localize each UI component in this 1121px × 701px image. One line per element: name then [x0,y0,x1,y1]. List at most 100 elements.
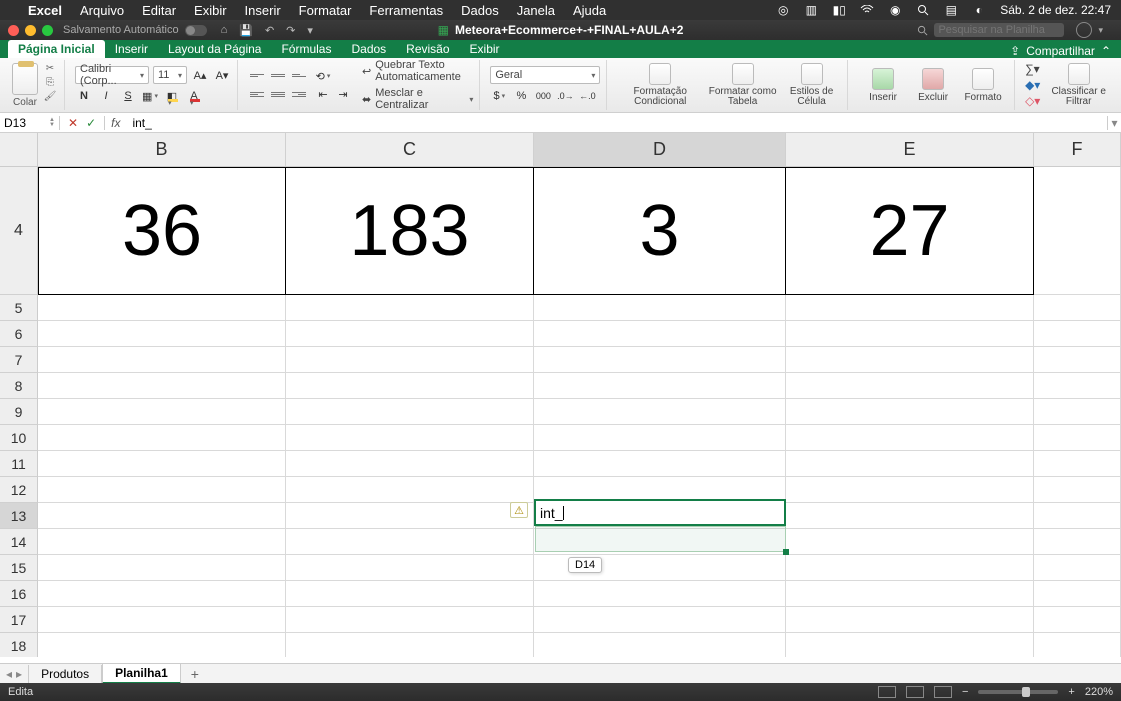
font-size-dropdown[interactable]: 11 [153,66,187,84]
cell-F17[interactable] [1034,607,1121,633]
cell-B10[interactable] [38,425,286,451]
increase-decimal-icon[interactable]: .0→ [556,88,574,104]
font-color-button[interactable]: A [185,88,203,104]
formula-confirm-icon[interactable]: ✓ [86,116,96,130]
siri-icon[interactable]: ◐ [972,3,986,17]
record-icon[interactable]: ◎ [776,3,790,17]
cell-B12[interactable] [38,477,286,503]
cell-C12[interactable] [286,477,534,503]
row-header-7[interactable]: 7 [0,347,38,373]
cell-B14[interactable] [38,529,286,555]
cell-B13[interactable] [38,503,286,529]
view-normal-icon[interactable] [878,686,896,698]
cell-D18[interactable] [534,633,786,657]
cell-D16[interactable] [534,581,786,607]
col-header-C[interactable]: C [286,133,534,167]
cell-F9[interactable] [1034,399,1121,425]
cell-D4[interactable]: 3 [534,167,786,295]
cell-F16[interactable] [1034,581,1121,607]
sheet-nav-prev-icon[interactable]: ◂ [6,667,12,681]
cell-E12[interactable] [786,477,1034,503]
cell-C5[interactable] [286,295,534,321]
zoom-slider[interactable] [978,690,1058,694]
format-as-table-button[interactable]: Formatar como Tabela [703,63,782,107]
cell-F12[interactable] [1034,477,1121,503]
menubar-datetime[interactable]: Sáb. 2 de dez. 22:47 [1000,3,1111,17]
cell-F10[interactable] [1034,425,1121,451]
qat-customize-icon[interactable]: ▾ [307,24,313,37]
formula-input[interactable]: int_ [126,116,1107,130]
cell-E10[interactable] [786,425,1034,451]
qat-home-icon[interactable]: ⌂ [221,24,228,37]
border-button[interactable]: ▦ [141,88,159,104]
cell-F13[interactable] [1034,503,1121,529]
tab-layout[interactable]: Layout da Página [158,40,271,58]
cell-D11[interactable] [534,451,786,477]
name-box[interactable]: D13 ▲▼ [0,116,60,130]
underline-button[interactable]: S [119,88,137,104]
cell-E5[interactable] [786,295,1034,321]
col-header-B[interactable]: B [38,133,286,167]
row-header-12[interactable]: 12 [0,477,38,503]
cell-F14[interactable] [1034,529,1121,555]
menu-janela[interactable]: Janela [517,3,555,18]
menu-arquivo[interactable]: Arquivo [80,3,124,18]
row-header-15[interactable]: 15 [0,555,38,581]
decrease-indent-icon[interactable]: ⇤ [314,86,332,102]
cell-C8[interactable] [286,373,534,399]
row-header-5[interactable]: 5 [0,295,38,321]
cell-D14-highlight[interactable] [535,526,786,552]
cell-B11[interactable] [38,451,286,477]
merge-center-button[interactable]: ⬌Mesclar e Centralizar▾ [362,87,473,111]
window-close-button[interactable] [8,25,19,36]
menu-ferramentas[interactable]: Ferramentas [369,3,443,18]
tab-formulas[interactable]: Fórmulas [271,40,341,58]
control-center-icon[interactable]: ▤ [944,3,958,17]
cell-D8[interactable] [534,373,786,399]
spreadsheet-grid[interactable]: B C D E F 4 5 6 7 8 9 10 11 12 13 14 15 … [0,133,1121,657]
window-maximize-button[interactable] [42,25,53,36]
row-header-6[interactable]: 6 [0,321,38,347]
cell-F15[interactable] [1034,555,1121,581]
menu-inserir[interactable]: Inserir [245,3,281,18]
decrease-decimal-icon[interactable]: ←.0 [578,88,596,104]
cell-B16[interactable] [38,581,286,607]
feedback-chevron-icon[interactable]: ▾ [1098,25,1103,36]
autosave-toggle[interactable] [185,25,207,36]
cell-styles-button[interactable]: Estilos de Célula [782,63,841,107]
wifi-icon[interactable] [860,3,874,17]
align-left-icon[interactable] [248,87,266,103]
cell-B15[interactable] [38,555,286,581]
cell-B6[interactable] [38,321,286,347]
zoom-out-button[interactable]: − [962,686,968,698]
cell-C16[interactable] [286,581,534,607]
col-header-D[interactable]: D [534,133,786,167]
increase-indent-icon[interactable]: ⇥ [334,86,352,102]
qat-redo-icon[interactable]: ↷ [286,24,295,37]
align-bottom-icon[interactable] [290,68,308,84]
menu-exibir[interactable]: Exibir [194,3,227,18]
qat-save-icon[interactable]: 💾 [239,24,253,37]
cell-E17[interactable] [786,607,1034,633]
cell-C11[interactable] [286,451,534,477]
italic-button[interactable]: I [97,88,115,104]
share-button[interactable]: Compartilhar [1026,44,1095,58]
number-format-dropdown[interactable]: Geral [490,66,600,84]
align-right-icon[interactable] [290,87,308,103]
sheet-tab-produtos[interactable]: Produtos [28,665,102,683]
insert-cells-button[interactable]: Inserir [858,68,908,103]
cell-C10[interactable] [286,425,534,451]
align-middle-icon[interactable] [269,68,287,84]
copy-icon[interactable]: ⎘ [42,77,58,89]
row-header-18[interactable]: 18 [0,633,38,657]
tab-review[interactable]: Revisão [396,40,459,58]
increase-font-icon[interactable]: A▴ [191,67,209,83]
row-header-9[interactable]: 9 [0,399,38,425]
cell-F4[interactable] [1034,167,1121,295]
cell-C14[interactable] [286,529,534,555]
cell-B5[interactable] [38,295,286,321]
cell-C18[interactable] [286,633,534,657]
sheet-tab-planilha1[interactable]: Planilha1 [102,664,181,684]
cell-F6[interactable] [1034,321,1121,347]
cell-F5[interactable] [1034,295,1121,321]
